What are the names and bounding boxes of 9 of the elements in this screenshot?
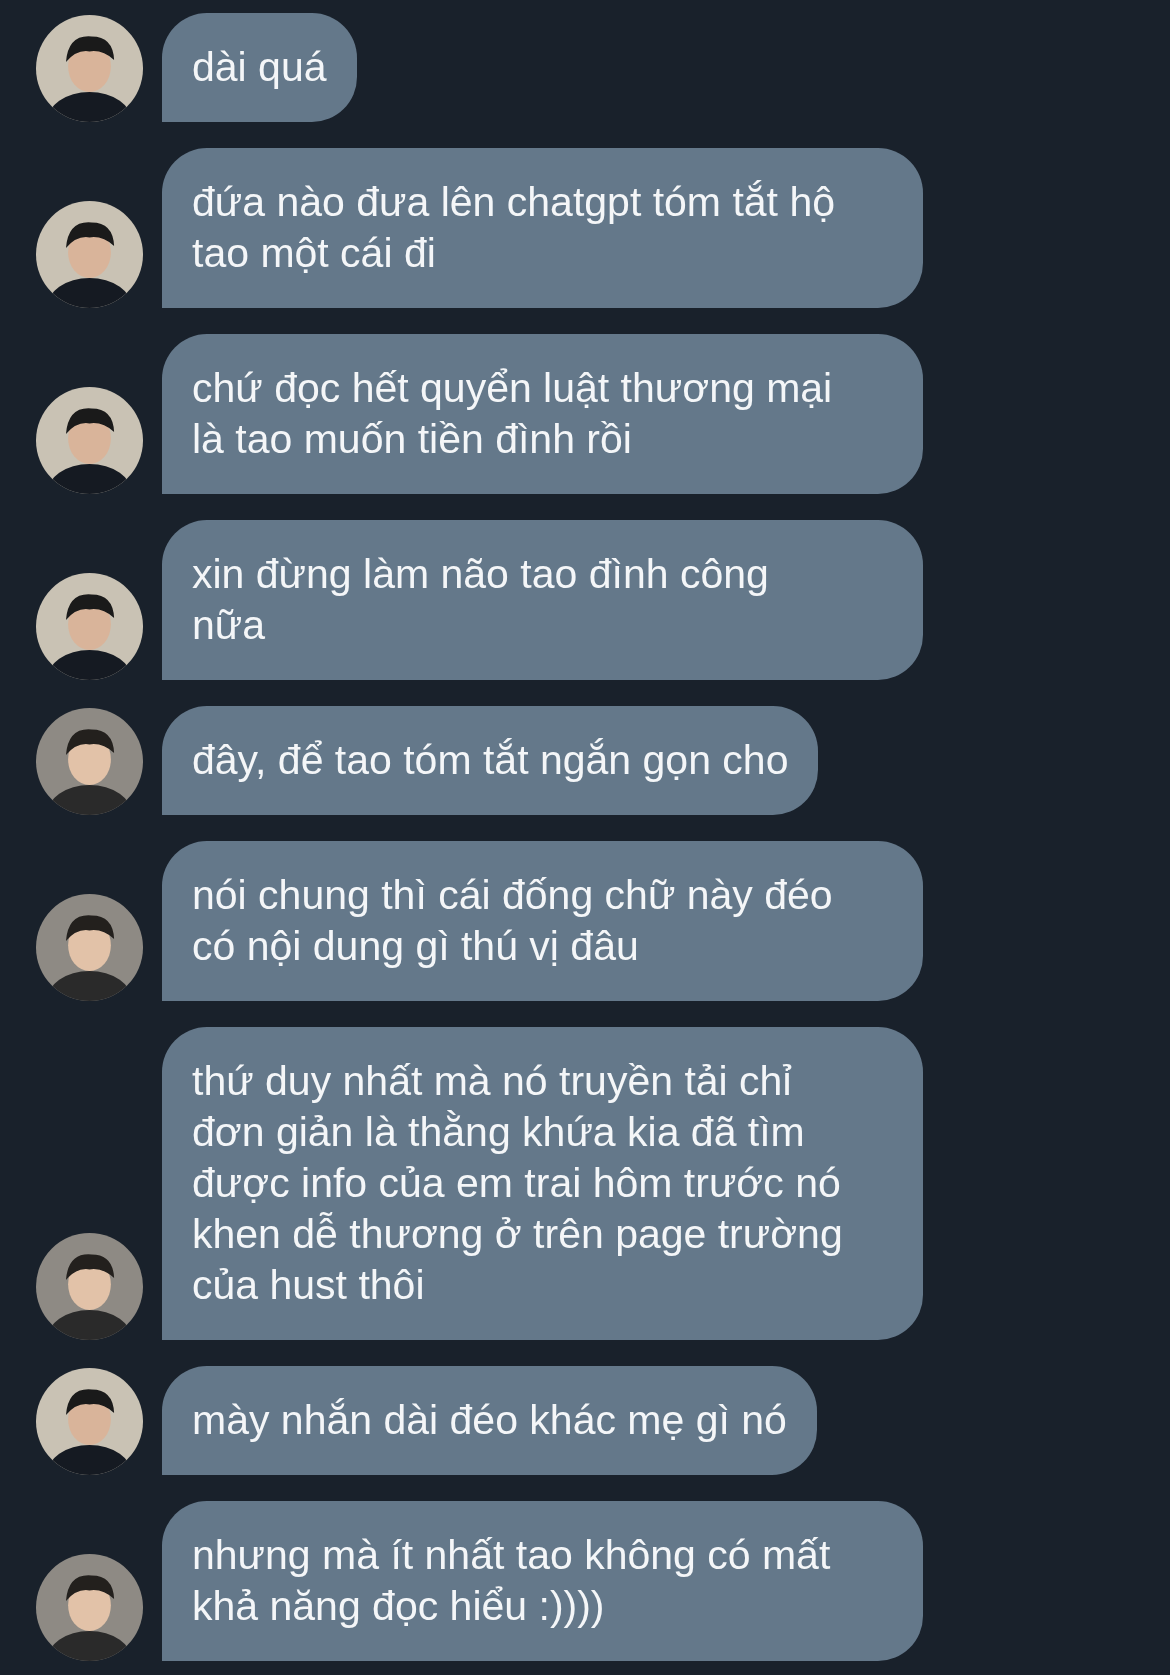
message-bubble: nói chung thì cái đống chữ này đéo có nội dung gì thú vị đâu: [162, 841, 923, 1001]
message-bubble: chứ đọc hết quyển luật thương mại là tao muốn tiền đình rồi: [162, 334, 923, 494]
message-bubble: thứ duy nhất mà nó truyền tải chỉ đơn giản là thằng khứa kia đã tìm được info của em trai hôm trước nó khen dễ thương ở trên page trường của hust thôi: [162, 1027, 923, 1340]
message-bubble: nhưng mà ít nhất tao không có mất khả năng đọc hiểu :)))): [162, 1501, 923, 1661]
message-bubble: đây, để tao tóm tắt ngắn gọn cho: [162, 706, 819, 815]
message-bubble: dài quá: [162, 13, 357, 122]
message-bubble: mày nhắn dài đéo khác mẹ gì nó: [162, 1366, 817, 1475]
message-bubble: xin đừng làm não tao đình công nữa: [162, 520, 923, 680]
message-bubble: đứa nào đưa lên chatgpt tóm tắt hộ tao một cái đi: [162, 148, 923, 308]
